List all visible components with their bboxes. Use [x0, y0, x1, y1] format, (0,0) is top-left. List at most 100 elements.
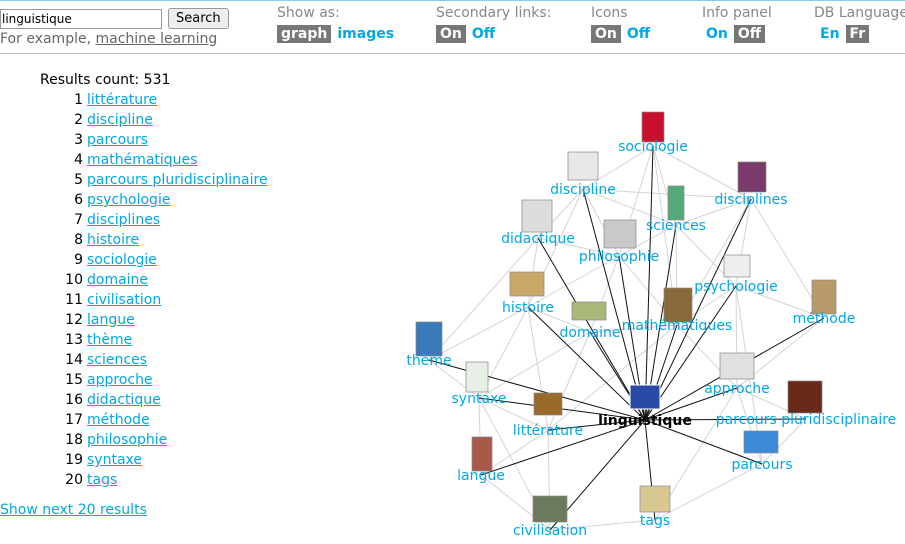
node-thumbnail-icon — [743, 430, 779, 454]
result-row: 11 civilisation — [0, 292, 260, 312]
icons-off-option[interactable]: Off — [623, 25, 654, 43]
result-number: 8 — [74, 232, 83, 248]
result-link[interactable]: tags — [87, 472, 117, 488]
graph-node-label[interactable]: sociologie — [618, 139, 688, 155]
graph-node-label[interactable]: histoire — [502, 300, 554, 316]
result-link[interactable]: didactique — [87, 392, 161, 408]
results-count: Results count: 531 — [40, 72, 171, 88]
result-row: 1 littérature — [0, 92, 260, 112]
graph-node-label[interactable]: domaine — [559, 325, 620, 341]
result-row: 8 histoire — [0, 232, 260, 252]
node-thumbnail-icon — [723, 254, 751, 278]
result-link[interactable]: disciplines — [87, 212, 160, 228]
result-number: 11 — [65, 292, 83, 308]
result-link[interactable]: thème — [87, 332, 132, 348]
graph-node-label[interactable]: mathématiques — [622, 318, 732, 334]
result-row: 4 mathématiques — [0, 152, 260, 172]
result-link[interactable]: philosophie — [87, 432, 167, 448]
node-thumbnail-icon — [533, 392, 563, 416]
result-link[interactable]: sciences — [87, 352, 147, 368]
node-thumbnail-icon — [567, 151, 599, 181]
result-link[interactable]: méthode — [87, 412, 150, 428]
graph-node-label[interactable]: littérature — [513, 423, 583, 439]
db-language-fr-option[interactable]: Fr — [845, 25, 870, 43]
toolbar: Search For example, machine learning Sho… — [0, 1, 905, 54]
graph-node-label[interactable]: didactique — [501, 231, 575, 247]
result-link[interactable]: histoire — [87, 232, 139, 248]
result-link[interactable]: domaine — [87, 272, 148, 288]
result-number: 10 — [65, 272, 83, 288]
icons-group: Icons On Off — [591, 5, 656, 43]
result-link[interactable]: parcours pluridisciplinaire — [87, 172, 268, 188]
node-thumbnail-icon — [811, 279, 837, 315]
graph-node-label[interactable]: tags — [640, 513, 670, 529]
secondary-links-on-option[interactable]: On — [436, 25, 466, 43]
graph-node-label[interactable]: sciences — [646, 218, 706, 234]
node-thumbnail-icon — [521, 199, 553, 233]
node-thumbnail-icon — [663, 287, 693, 323]
info-panel-on-option[interactable]: On — [702, 25, 732, 43]
results-list: 1 littérature 2 discipline 3 parcours 4 mathéma… — [0, 92, 267, 492]
graph-node-label[interactable]: syntaxe — [452, 391, 507, 407]
graph-node-label[interactable]: philosophie — [579, 249, 659, 265]
result-number: 2 — [74, 112, 83, 128]
show-as-group: Show as: graph images — [277, 5, 400, 43]
icons-label: Icons — [591, 5, 628, 21]
secondary-link — [478, 331, 591, 399]
db-language-en-option[interactable]: En — [816, 25, 844, 43]
node-thumbnail-icon — [465, 361, 489, 393]
graph-node-label[interactable]: langue — [457, 468, 505, 484]
result-link[interactable]: mathématiques — [87, 152, 197, 168]
linguistique-thumbnail-icon — [629, 384, 661, 410]
result-number: 3 — [74, 132, 83, 148]
graph-node-label[interactable]: psychologie — [694, 279, 777, 295]
graph-center-label[interactable]: linguistique — [598, 413, 692, 429]
result-row: 10 domaine — [0, 272, 260, 292]
node-thumbnail-icon — [471, 436, 493, 472]
result-row: 16 didactique — [0, 392, 260, 412]
result-row: 14 sciences — [0, 352, 260, 372]
node-thumbnail-icon — [532, 495, 568, 523]
result-link[interactable]: littérature — [87, 92, 157, 108]
result-link[interactable]: parcours — [87, 132, 148, 148]
search-input[interactable] — [0, 9, 162, 29]
secondary-link — [428, 237, 539, 361]
result-link[interactable]: sociologie — [87, 252, 157, 268]
result-number: 15 — [65, 372, 83, 388]
info-panel-off-option[interactable]: Off — [733, 25, 766, 43]
icons-on-option[interactable]: On — [591, 25, 621, 43]
show-as-images-option[interactable]: images — [333, 25, 398, 43]
graph-node-label[interactable]: disciplines — [714, 192, 787, 208]
result-row: 6 psychologie — [0, 192, 260, 212]
result-link[interactable]: langue — [87, 312, 135, 328]
show-next-link[interactable]: Show next 20 results — [0, 502, 147, 518]
graph-node-label[interactable]: parcours — [731, 457, 792, 473]
result-row: 18 philosophie — [0, 432, 260, 452]
graph-node-label[interactable]: approche — [704, 381, 770, 397]
result-link[interactable]: civilisation — [87, 292, 161, 308]
result-number: 5 — [74, 172, 83, 188]
graph-node-label[interactable]: civilisation — [513, 523, 587, 539]
result-number: 4 — [74, 152, 83, 168]
result-number: 6 — [74, 192, 83, 208]
node-thumbnail-icon — [787, 380, 823, 414]
example-link[interactable]: machine learning — [95, 31, 217, 47]
graph-node-label[interactable]: parcours pluridisciplinaire — [716, 412, 897, 428]
result-number: 7 — [74, 212, 83, 228]
show-as-label: Show as: — [277, 5, 340, 21]
secondary-links-label: Secondary links: — [436, 5, 552, 21]
graph-node-label[interactable]: thème — [406, 353, 451, 369]
result-link[interactable]: psychologie — [87, 192, 170, 208]
graph-node-label[interactable]: méthode — [793, 311, 856, 327]
result-number: 19 — [65, 452, 83, 468]
show-as-graph-option[interactable]: graph — [277, 25, 332, 43]
node-thumbnail-icon — [639, 485, 671, 513]
result-link[interactable]: syntaxe — [87, 452, 142, 468]
search-button[interactable]: Search — [168, 8, 229, 29]
result-link[interactable]: approche — [87, 372, 153, 388]
graph-node-label[interactable]: discipline — [550, 182, 616, 198]
result-link[interactable]: discipline — [87, 112, 153, 128]
secondary-links-off-option[interactable]: Off — [468, 25, 499, 43]
result-row: 15 approche — [0, 372, 260, 392]
node-thumbnail-icon — [571, 301, 607, 321]
